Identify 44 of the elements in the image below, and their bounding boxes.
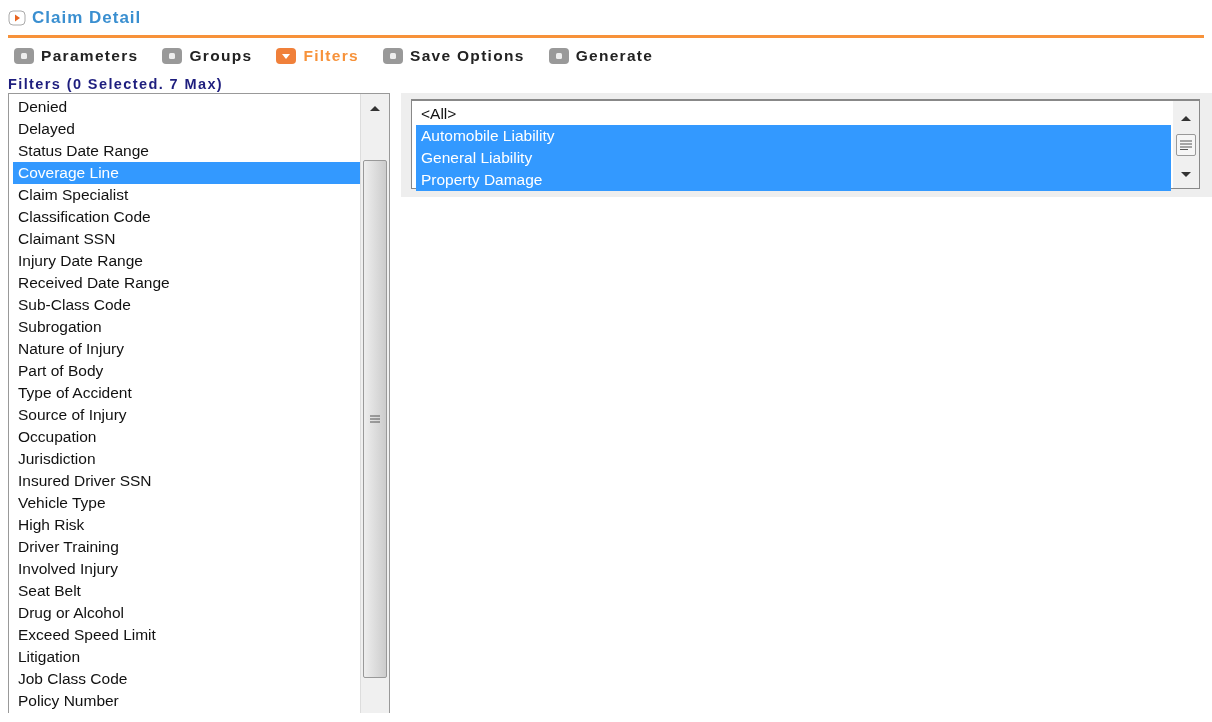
filter-item[interactable]: Jurisdiction bbox=[13, 448, 360, 470]
filter-item[interactable]: Source of Injury bbox=[13, 404, 360, 426]
step-tab[interactable]: Save Options bbox=[383, 47, 525, 65]
filter-item[interactable]: Exceed Speed Limit bbox=[13, 624, 360, 646]
grip-icon bbox=[370, 415, 380, 423]
filters-heading: Filters (0 Selected. 7 Max) bbox=[8, 75, 225, 93]
filter-item[interactable]: Nature of Injury bbox=[13, 338, 360, 360]
filter-item[interactable]: Subrogation bbox=[13, 316, 360, 338]
filter-item[interactable]: High Risk bbox=[13, 514, 360, 536]
filter-item[interactable]: Injury Date Range bbox=[13, 250, 360, 272]
scrollbar[interactable] bbox=[1173, 101, 1199, 188]
filter-item[interactable]: Drug or Alcohol bbox=[13, 602, 360, 624]
filter-item[interactable]: Litigation bbox=[13, 646, 360, 668]
expand-icon[interactable] bbox=[8, 10, 26, 26]
filter-item[interactable]: Insured Driver SSN bbox=[13, 470, 360, 492]
values-listbox[interactable]: <All> Automobile Liability General Liability Property Damage bbox=[411, 99, 1200, 189]
step-tab[interactable]: Parameters bbox=[14, 47, 139, 65]
filter-item[interactable]: Part of Body bbox=[13, 360, 360, 382]
filter-listbox[interactable] bbox=[8, 93, 390, 713]
grip-icon bbox=[1180, 139, 1192, 150]
filter-item[interactable]: Policy Number bbox=[13, 690, 360, 712]
filter-item[interactable]: Type of Accident bbox=[13, 382, 360, 404]
step-tab[interactable]: Generate bbox=[548, 47, 654, 65]
filter-item[interactable]: Status Date Range bbox=[13, 140, 360, 162]
step-tab[interactable]: Groups bbox=[162, 47, 253, 65]
scroll-thumb[interactable] bbox=[1176, 133, 1196, 156]
filter-item[interactable]: Involved Injury bbox=[13, 558, 360, 580]
filter-item[interactable]: Driver Training bbox=[13, 536, 360, 558]
filter-item[interactable]: Occupation bbox=[13, 426, 360, 448]
filter-item[interactable]: Seat Belt bbox=[13, 580, 360, 602]
filter-item[interactable]: Vehicle Type bbox=[13, 492, 360, 514]
value-item[interactable]: <All> bbox=[416, 103, 1171, 125]
caret-icon bbox=[276, 48, 297, 64]
filter-item[interactable]: Delayed bbox=[13, 118, 360, 140]
scroll-thumb[interactable] bbox=[363, 160, 387, 678]
filter-item[interactable]: Sub-Class Code bbox=[13, 294, 360, 316]
filter-item[interactable]: Claimant SSN bbox=[13, 228, 360, 250]
filter-item[interactable]: Classification Code bbox=[13, 206, 360, 228]
filter-item[interactable]: Claim Specialist bbox=[13, 184, 360, 206]
filter-item[interactable]: Denied bbox=[13, 96, 360, 118]
page-title: Claim Detail bbox=[32, 8, 142, 28]
filter-item[interactable]: Job Class Code bbox=[13, 668, 360, 690]
scrollbar[interactable] bbox=[360, 94, 389, 713]
filter-item[interactable]: Received Date Range bbox=[13, 272, 360, 294]
